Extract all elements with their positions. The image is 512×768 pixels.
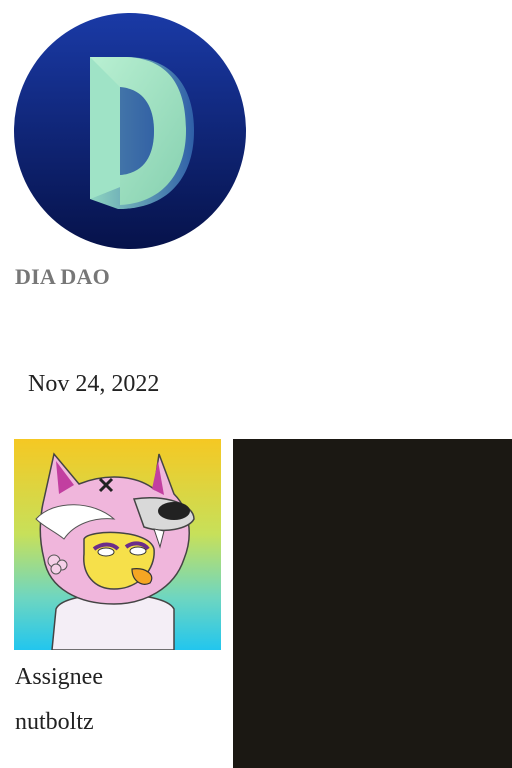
event-date: Nov 24, 2022 [28, 371, 160, 397]
media-preview[interactable] [233, 439, 512, 768]
assignee-name[interactable]: nutboltz [15, 709, 94, 736]
organization-name[interactable]: DIA DAO [15, 264, 110, 290]
page: DIA DAO Nov 24, 2022 Assignee nutboltz [0, 0, 512, 768]
dia-dao-logo-icon[interactable] [14, 13, 246, 249]
assignee-label: Assignee [15, 664, 103, 690]
wolf-hood-avatar-icon[interactable] [14, 439, 221, 650]
